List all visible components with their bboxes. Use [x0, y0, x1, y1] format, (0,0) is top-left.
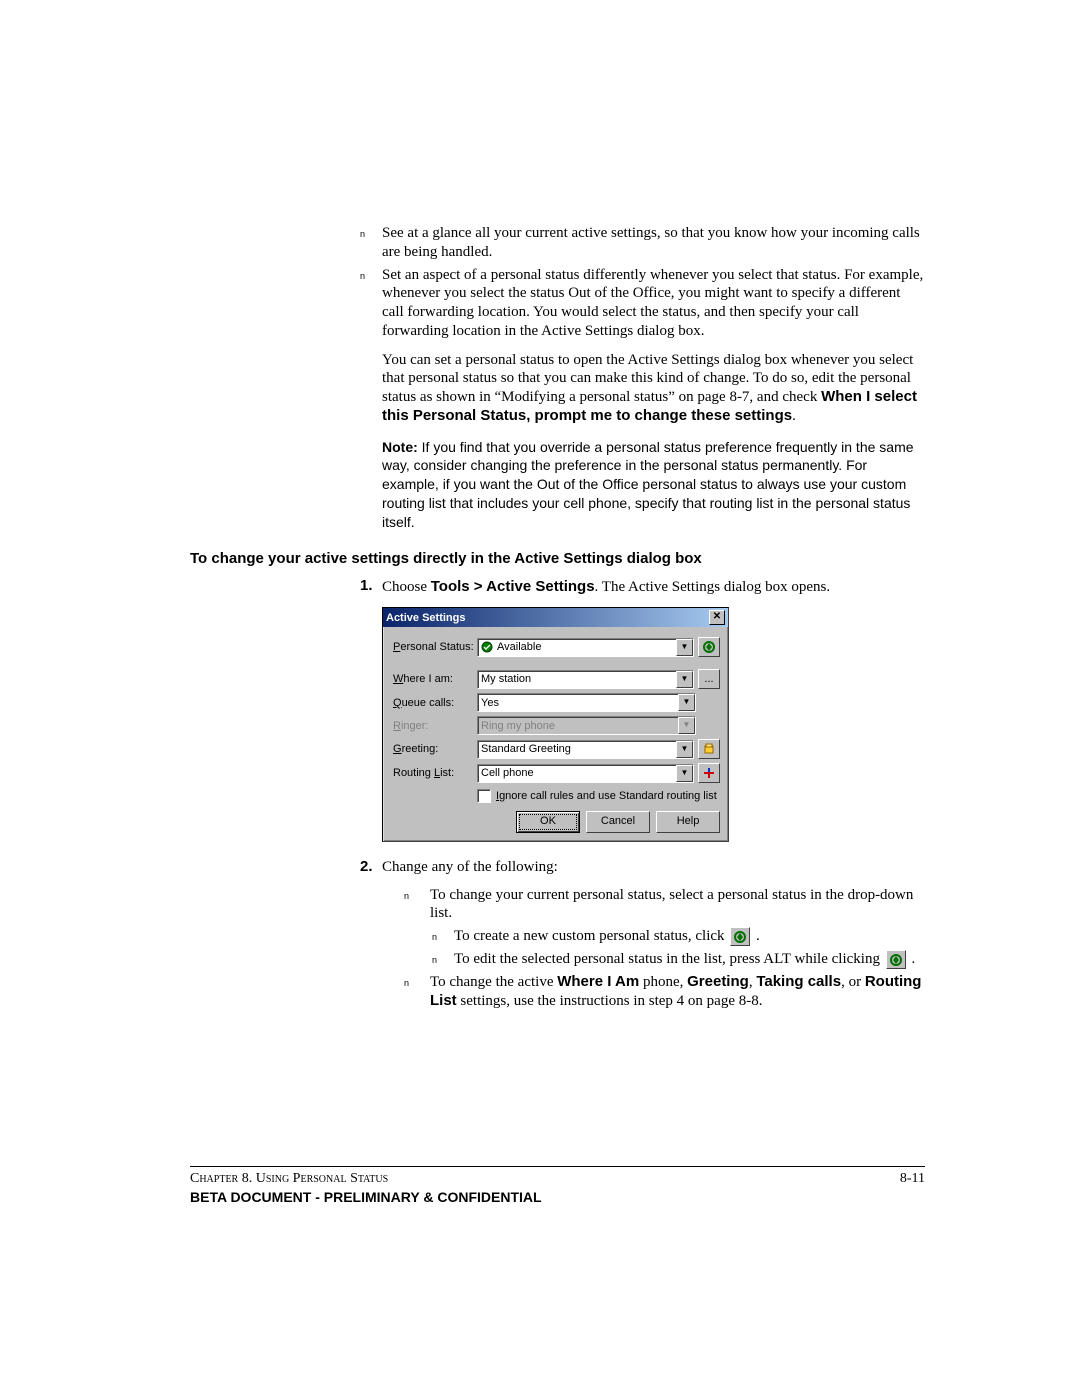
bullet-mark: n [404, 886, 430, 924]
status-available-icon [481, 641, 493, 653]
step-text: Choose Tools > Active Settings. The Acti… [382, 577, 925, 598]
ringer-value: Ring my phone [481, 720, 678, 732]
bullet-text: To change the active Where I Am phone, G… [430, 973, 925, 1011]
t: Greeting [687, 973, 749, 990]
routing-dropdown[interactable]: Cell phone ▼ [477, 764, 694, 783]
step-text: Change any of the following: [382, 858, 925, 878]
status-detail-button[interactable] [698, 637, 720, 657]
step-number: 1. [360, 577, 382, 598]
footer-chapter: Chapter 8. Using Personal Status [190, 1171, 388, 1187]
personal-status-dropdown[interactable]: Available ▼ [477, 638, 694, 657]
bullet-mark: n [360, 224, 382, 262]
period: . [792, 408, 796, 424]
ignore-rules-row: Ignore call rules and use Standard routi… [477, 789, 720, 803]
status-new-icon [730, 927, 750, 946]
where-more-button[interactable]: ... [698, 669, 720, 689]
routing-value: Cell phone [481, 767, 676, 779]
footer-page: 8-11 [900, 1171, 925, 1187]
active-settings-dialog: Active Settings ✕ Personal Status: Avail… [382, 607, 729, 842]
section-heading: To change your active settings directly … [190, 550, 925, 569]
t: , or [841, 974, 865, 990]
t: phone, [639, 974, 687, 990]
greeting-value: Standard Greeting [481, 743, 676, 755]
menu-path: Tools > Active Settings [431, 578, 595, 595]
footer-confidential: BETA DOCUMENT - PRELIMINARY & CONFIDENTI… [190, 1189, 925, 1205]
body-text: n See at a glance all your current activ… [360, 224, 925, 1011]
where-value: My station [481, 673, 676, 685]
bullet-mark: n [432, 950, 454, 969]
chevron-down-icon[interactable]: ▼ [676, 741, 693, 758]
t: Taking calls [756, 973, 841, 990]
bullet-text: To edit the selected personal status in … [454, 950, 925, 969]
paragraph: You can set a personal status to open th… [382, 351, 925, 426]
sub-sub-bullet: n To edit the selected personal status i… [432, 950, 925, 969]
bullet-text: To change your current personal status, … [430, 886, 925, 924]
where-dropdown[interactable]: My station ▼ [477, 670, 694, 689]
t: settings, use the instructions in step 4… [457, 993, 763, 1009]
label-queue: Queue calls: [393, 697, 477, 709]
greeting-dropdown[interactable]: Standard Greeting ▼ [477, 740, 694, 759]
note-label: Note: [382, 439, 418, 455]
chevron-down-icon: ▼ [678, 717, 695, 734]
ignore-rules-label: Ignore call rules and use Standard routi… [496, 790, 717, 802]
step-1: 1. Choose Tools > Active Settings. The A… [360, 577, 925, 598]
t: To create a new custom personal status, … [454, 928, 728, 944]
label-routing: Routing List: [393, 767, 477, 779]
queue-value: Yes [481, 697, 678, 709]
sub-bullet: n To change your current personal status… [404, 886, 925, 924]
cancel-button[interactable]: Cancel [586, 811, 650, 833]
step-number: 2. [360, 858, 382, 878]
bullet-text: To create a new custom personal status, … [454, 927, 925, 946]
sub-sub-bullet: n To create a new custom personal status… [432, 927, 925, 946]
help-button[interactable]: Help [656, 811, 720, 833]
personal-status-value: Available [497, 641, 676, 653]
label-ringer: Ringer: [393, 720, 477, 732]
ringer-dropdown: Ring my phone ▼ [477, 716, 696, 735]
t: . The Active Settings dialog box opens. [595, 579, 831, 595]
bullet-item: n See at a glance all your current activ… [360, 224, 925, 262]
t: Where I Am [557, 973, 639, 990]
t: To edit the selected personal status in … [454, 951, 884, 967]
queue-dropdown[interactable]: Yes ▼ [477, 693, 696, 712]
status-edit-icon [886, 950, 906, 969]
chevron-down-icon[interactable]: ▼ [676, 639, 693, 656]
label-greeting: Greeting: [393, 743, 477, 755]
chevron-down-icon[interactable]: ▼ [678, 694, 695, 711]
page-footer: Chapter 8. Using Personal Status 8-11 BE… [190, 1166, 925, 1205]
close-icon[interactable]: ✕ [709, 610, 725, 625]
routing-add-button[interactable] [698, 763, 720, 783]
bullet-mark: n [360, 266, 382, 341]
bullet-text: See at a glance all your current active … [382, 224, 925, 262]
bullet-mark: n [432, 927, 454, 946]
bullet-mark: n [404, 973, 430, 1011]
sub-bullet: n To change the active Where I Am phone,… [404, 973, 925, 1011]
bullet-item: n Set an aspect of a personal status dif… [360, 266, 925, 341]
ok-button[interactable]: OK [516, 811, 580, 833]
label-where: Where I am: [393, 673, 477, 685]
greeting-edit-button[interactable] [698, 739, 720, 759]
note-block: Note: If you find that you override a pe… [382, 438, 925, 532]
note-text: If you find that you override a personal… [382, 439, 914, 531]
t: Choose [382, 579, 431, 595]
chevron-down-icon[interactable]: ▼ [676, 765, 693, 782]
step-2: 2. Change any of the following: [360, 858, 925, 878]
t: To change the active [430, 974, 557, 990]
ignore-rules-checkbox[interactable] [477, 789, 491, 803]
dialog-title: Active Settings [386, 612, 465, 624]
bullet-text: Set an aspect of a personal status diffe… [382, 266, 925, 341]
chevron-down-icon[interactable]: ▼ [676, 671, 693, 688]
dialog-titlebar: Active Settings ✕ [383, 608, 728, 627]
label-personal-status: Personal Status: [393, 641, 477, 653]
